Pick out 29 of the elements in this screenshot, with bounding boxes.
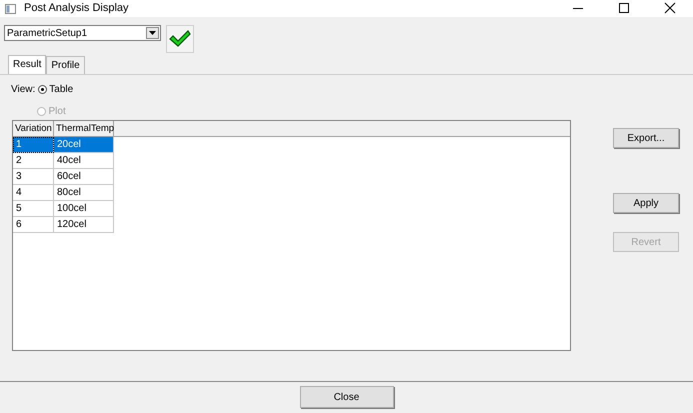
checkmark-icon: [169, 30, 191, 48]
app-icon: [5, 4, 16, 14]
caret-icon: [149, 31, 156, 35]
table-cell[interactable]: 20cel: [54, 137, 114, 153]
radio-label: Table: [49, 82, 74, 96]
table-cell[interactable]: 4: [13, 185, 54, 201]
column-header[interactable]: Variation: [13, 121, 54, 136]
apply-check-button[interactable]: [166, 25, 194, 53]
setup-dropdown[interactable]: ParametricSetup1: [4, 25, 161, 41]
tab[interactable]: Profile: [46, 56, 85, 74]
table-cell[interactable]: 80cel: [54, 185, 114, 201]
window-title: Post Analysis Display: [24, 1, 129, 16]
view-label: View:: [11, 82, 36, 96]
table-cell[interactable]: 5: [13, 201, 54, 217]
radio-button[interactable]: [38, 84, 47, 94]
table-cell[interactable]: 120cel: [54, 217, 114, 233]
column-header[interactable]: ThermalTemp: [54, 121, 114, 136]
table-cell[interactable]: 3: [13, 169, 54, 185]
action-button[interactable]: Apply: [613, 193, 679, 213]
table-cell[interactable]: 100cel: [54, 201, 114, 217]
table-cell[interactable]: 6: [13, 217, 54, 233]
table-cell[interactable]: 1: [13, 137, 54, 153]
tab[interactable]: Result: [8, 55, 46, 74]
action-button[interactable]: Export...: [613, 128, 679, 148]
table-cell[interactable]: 40cel: [54, 153, 114, 169]
close-button[interactable]: Close: [300, 386, 394, 408]
table-cell[interactable]: 2: [13, 153, 54, 169]
radio-label: Plot: [48, 104, 66, 118]
table-cell[interactable]: 60cel: [54, 169, 114, 185]
